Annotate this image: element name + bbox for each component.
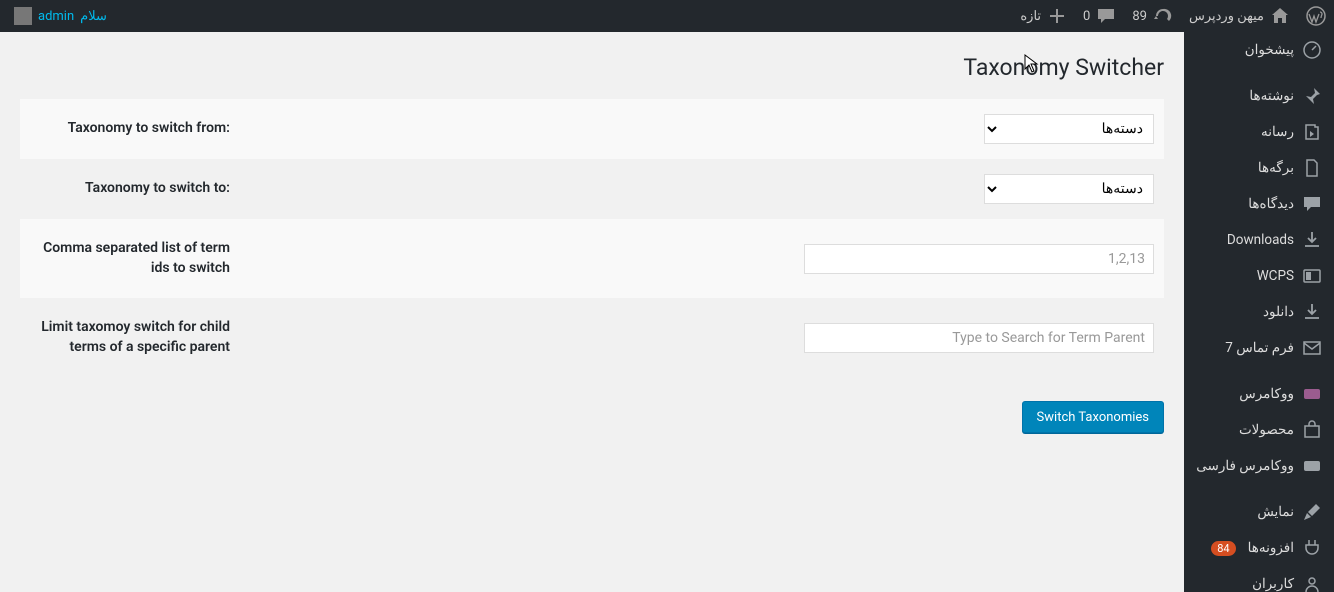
greeting-text: سلام <box>80 9 107 24</box>
sidebar-item-comments[interactable]: دیدگاه‌ها <box>1184 186 1334 222</box>
sidebar-item-label: فرم تماس 7 <box>1225 340 1294 356</box>
main-content: Taxonomy Switcher Taxonomy to switch fro… <box>0 32 1184 473</box>
sidebar-item-woocommerce-fa[interactable]: ووکامرس فارسی <box>1184 448 1334 484</box>
brush-icon <box>1302 502 1322 522</box>
home-icon <box>1270 6 1290 26</box>
field-label-to: Taxonomy to switch to: <box>20 159 230 219</box>
sidebar-item-woocommerce[interactable]: ووکامرس <box>1184 376 1334 412</box>
sidebar-item-label: رسانه <box>1261 124 1294 140</box>
download-icon <box>1302 230 1322 250</box>
page-icon <box>1302 158 1322 178</box>
sidebar-item-products[interactable]: محصولات <box>1184 412 1334 448</box>
sidebar-item-pages[interactable]: برگه‌ها <box>1184 150 1334 186</box>
comment-icon <box>1096 6 1116 26</box>
avatar <box>14 7 32 25</box>
mail-icon <box>1302 338 1322 358</box>
comments-count: 0 <box>1083 9 1090 24</box>
user-greeting[interactable]: سلام admin <box>0 0 115 32</box>
comments-link[interactable]: 0 <box>1075 0 1124 32</box>
sidebar-item-label: نوشته‌ها <box>1249 88 1294 104</box>
plugins-badge: 84 <box>1211 541 1235 556</box>
sidebar-item-label: افزونه‌ها <box>1248 540 1294 556</box>
refresh-icon <box>1153 6 1173 26</box>
sidebar-item-label: ووکامرس فارسی <box>1196 458 1294 474</box>
comments2-icon <box>1302 194 1322 214</box>
sidebar-item-label: WCPS <box>1257 268 1294 284</box>
sidebar-item-wcps[interactable]: WCPS <box>1184 258 1334 294</box>
sidebar-item-label: ووکامرس <box>1239 386 1294 402</box>
sidebar-item-label: برگه‌ها <box>1258 160 1294 176</box>
woo-icon <box>1302 384 1322 404</box>
admin-topbar: میهن وردپرس 89 0 تازه سلام admin <box>0 0 1334 32</box>
sidebar-item-media[interactable]: رسانه <box>1184 114 1334 150</box>
field-label-ids: Comma separated list of term ids to swit… <box>20 219 230 298</box>
select-taxonomy-to[interactable]: دسته‌ها <box>984 174 1154 204</box>
sidebar-item-label: Downloads <box>1227 232 1294 248</box>
new-content-link[interactable]: تازه <box>1012 0 1075 32</box>
wp-logo[interactable] <box>1298 0 1334 32</box>
sidebar-item-posts[interactable]: نوشته‌ها <box>1184 78 1334 114</box>
sidebar-item-downloads[interactable]: Downloads <box>1184 222 1334 258</box>
sidebar-item-contact7[interactable]: فرم تماس 7 <box>1184 330 1334 366</box>
admin-sidebar: پیشخوان نوشته‌ها رسانه برگه‌ها دیدگاه‌ها… <box>1184 32 1334 592</box>
sidebar-item-users[interactable]: کاربران <box>1184 566 1334 592</box>
updates-count: 89 <box>1132 9 1147 24</box>
grid-icon <box>1302 266 1322 286</box>
woo-fa-icon <box>1302 456 1322 476</box>
products-icon <box>1302 420 1322 440</box>
sidebar-item-label: کاربران <box>1252 576 1294 592</box>
users-icon <box>1302 574 1322 592</box>
sidebar-item-plugins[interactable]: افزونه‌ها 84 <box>1184 530 1334 566</box>
media-icon <box>1302 122 1322 142</box>
plug-icon <box>1302 538 1322 558</box>
select-taxonomy-from[interactable]: دسته‌ها <box>984 114 1154 144</box>
sidebar-item-label: پیشخوان <box>1245 42 1294 58</box>
sidebar-item-label: نمایش <box>1257 504 1294 520</box>
pin-icon <box>1302 86 1322 106</box>
site-link[interactable]: میهن وردپرس <box>1181 0 1298 32</box>
input-term-parent[interactable] <box>804 323 1154 353</box>
download2-icon <box>1302 302 1322 322</box>
submit-row: Switch Taxonomies <box>20 377 1164 433</box>
field-label-parent: Limit taxomoy switch for child terms of … <box>20 298 230 377</box>
plus-icon <box>1047 6 1067 26</box>
user-name: admin <box>38 9 74 24</box>
sidebar-item-label: دیدگاه‌ها <box>1248 196 1294 212</box>
updates-link[interactable]: 89 <box>1124 0 1181 32</box>
field-label-from: Taxonomy to switch from: <box>20 99 230 159</box>
sidebar-item-label: محصولات <box>1239 422 1294 438</box>
switch-taxonomies-button[interactable]: Switch Taxonomies <box>1022 401 1164 433</box>
wordpress-icon <box>1306 6 1326 26</box>
dashboard-icon <box>1302 40 1322 60</box>
sidebar-item-appearance[interactable]: نمایش <box>1184 494 1334 530</box>
page-title: Taxonomy Switcher <box>20 42 1164 99</box>
sidebar-item-dashboard[interactable]: پیشخوان <box>1184 32 1334 68</box>
site-name: میهن وردپرس <box>1189 9 1264 24</box>
sidebar-item-label: دانلود <box>1263 304 1294 320</box>
new-label: تازه <box>1020 9 1041 24</box>
sidebar-item-download-fa[interactable]: دانلود <box>1184 294 1334 330</box>
input-term-ids[interactable] <box>804 244 1154 274</box>
settings-form: Taxonomy to switch from: دسته‌ها Taxonom… <box>20 99 1164 377</box>
